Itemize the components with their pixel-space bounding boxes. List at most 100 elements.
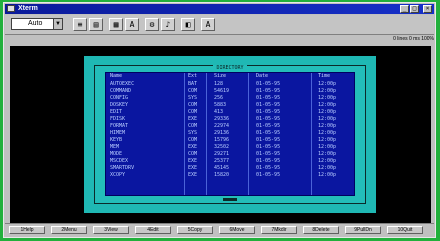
- file-time: 12:00p: [318, 102, 337, 108]
- font-size-icon[interactable]: A: [201, 18, 215, 31]
- menu-icon[interactable]: ≡: [73, 18, 87, 31]
- column-header[interactable]: Name: [110, 73, 122, 80]
- maximize-button[interactable]: □: [410, 5, 419, 13]
- file-name: AUTOEXEC: [110, 81, 135, 87]
- file-time: 12:00p: [318, 130, 337, 136]
- file-time: 12:00p: [318, 158, 337, 164]
- file-ext: EXE: [188, 172, 198, 178]
- file-time: 12:00p: [318, 151, 337, 157]
- file-name: DOSKEY: [110, 102, 129, 108]
- file-name: COMMAND: [110, 88, 132, 94]
- file-ext: COM: [188, 102, 198, 108]
- list-item[interactable]: EDIT COM 413 01-05-95 12:00p: [106, 109, 354, 116]
- function-key-button[interactable]: 9PullDn: [345, 226, 381, 234]
- file-date: 01-05-95: [256, 116, 281, 122]
- file-ext: EXE: [188, 165, 198, 171]
- file-size: 15796: [214, 137, 230, 143]
- font-icon[interactable]: A: [125, 18, 139, 31]
- list-item[interactable]: MEM EXE 32502 01-05-95 12:00p: [106, 144, 354, 151]
- file-date: 01-05-95: [256, 109, 281, 115]
- file-list[interactable]: Name Ext Size Date Time AUTOEXEC BAT 128 01-05-…: [105, 72, 355, 196]
- list-item[interactable]: CONFIG SYS 256 01-05-95 12:00p: [106, 95, 354, 102]
- list-item[interactable]: FORMAT COM 22974 01-05-95 12:00p: [106, 123, 354, 130]
- list-item[interactable]: DOSKEY COM 5883 01-05-95 12:00p: [106, 102, 354, 109]
- file-ext: COM: [188, 137, 198, 143]
- chevron-down-icon[interactable]: ▼: [53, 19, 62, 29]
- scroll-indicator[interactable]: [223, 198, 237, 201]
- column-header[interactable]: Ext: [188, 73, 197, 80]
- file-size: 29271: [214, 151, 230, 157]
- file-size: 29336: [214, 116, 230, 122]
- file-size: 15820: [214, 172, 230, 178]
- directory-dialog: DIRECTORY Name Ext Size Date Time AUTOEXEC BA…: [84, 56, 376, 213]
- column-header[interactable]: Time: [318, 73, 330, 80]
- function-key-bar: 1Help 2Menu 3View 4Edit 5Copy 6Move 7Mkdir 8Del…: [5, 223, 434, 236]
- file-size: 32502: [214, 144, 230, 150]
- list-item[interactable]: SMARTDRV EXE 45145 01-05-95 12:00p: [106, 165, 354, 172]
- file-ext: COM: [188, 88, 198, 94]
- list-item[interactable]: KEYB COM 15796 01-05-95 12:00p: [106, 137, 354, 144]
- function-key-button[interactable]: 2Menu: [51, 226, 87, 234]
- function-key-button[interactable]: 7Mkdir: [261, 226, 297, 234]
- file-ext: SYS: [188, 95, 198, 101]
- font-select[interactable]: Auto ▼: [11, 18, 63, 30]
- sound-icon[interactable]: ♪: [161, 18, 175, 31]
- file-name: CONFIG: [110, 95, 129, 101]
- file-size: 128: [214, 81, 224, 87]
- list-item[interactable]: XCOPY EXE 15820 01-05-95 12:00p: [106, 172, 354, 179]
- file-time: 12:00p: [318, 144, 337, 150]
- list-item[interactable]: HIMEM SYS 29136 01-05-95 12:00p: [106, 130, 354, 137]
- file-time: 12:00p: [318, 172, 337, 178]
- list-item[interactable]: MODE COM 29271 01-05-95 12:00p: [106, 151, 354, 158]
- file-ext: EXE: [188, 116, 198, 122]
- dialog-title-text: DIRECTORY: [213, 65, 247, 71]
- file-date: 01-05-95: [256, 151, 281, 157]
- dialog-frame: DIRECTORY Name Ext Size Date Time AUTOEXEC BA…: [94, 65, 366, 204]
- file-date: 01-05-95: [256, 123, 281, 129]
- list-item[interactable]: COMMAND COM 54619 01-05-95 12:00p: [106, 88, 354, 95]
- function-key-button[interactable]: 1Help: [9, 226, 45, 234]
- file-date: 01-05-95: [256, 172, 281, 178]
- list-item[interactable]: FDISK EXE 29336 01-05-95 12:00p: [106, 116, 354, 123]
- toolbar: Auto ▼ ≡ ▤ ▦ A ⚙ ♪ ◧ A: [5, 15, 434, 35]
- minimize-button[interactable]: _: [400, 5, 409, 13]
- app-icon[interactable]: [7, 5, 15, 12]
- file-name: MSCDEX: [110, 158, 129, 164]
- file-date: 01-05-95: [256, 144, 281, 150]
- list-item[interactable]: AUTOEXEC BAT 128 01-05-95 12:00p: [106, 81, 354, 88]
- file-time: 12:00p: [318, 116, 337, 122]
- settings-icon[interactable]: ⚙: [145, 18, 159, 31]
- file-size: 29136: [214, 130, 230, 136]
- column-header[interactable]: Size: [214, 73, 226, 80]
- function-key-button[interactable]: 8Delete: [303, 226, 339, 234]
- terminal-screen[interactable]: DIRECTORY Name Ext Size Date Time AUTOEXEC BA…: [10, 46, 431, 224]
- file-date: 01-05-95: [256, 81, 281, 87]
- background-icon[interactable]: ◧: [181, 18, 195, 31]
- title-bar[interactable]: Xterm _ □ ×: [5, 4, 434, 14]
- paste-icon[interactable]: ▦: [109, 18, 123, 31]
- file-ext: COM: [188, 109, 198, 115]
- file-size: 5883: [214, 102, 227, 108]
- file-size: 413: [214, 109, 224, 115]
- close-button[interactable]: ×: [423, 5, 432, 13]
- function-key-button[interactable]: 6Move: [219, 226, 255, 234]
- function-key-button[interactable]: 10Quit: [387, 226, 423, 234]
- file-time: 12:00p: [318, 165, 337, 171]
- function-key-button[interactable]: 5Copy: [177, 226, 213, 234]
- status-text: 0 lines 0 ms 100%: [393, 36, 434, 42]
- file-size: 25377: [214, 158, 230, 164]
- copy-icon[interactable]: ▤: [89, 18, 103, 31]
- file-date: 01-05-95: [256, 165, 281, 171]
- terminal-window: Xterm _ □ × Auto ▼ ≡ ▤ ▦ A ⚙ ♪ ◧ A 0 lines 0 ms…: [3, 2, 436, 238]
- file-time: 12:00p: [318, 81, 337, 87]
- function-key-button[interactable]: 3View: [93, 226, 129, 234]
- file-date: 01-05-95: [256, 158, 281, 164]
- list-item[interactable]: MSCDEX EXE 25377 01-05-95 12:00p: [106, 158, 354, 165]
- column-header[interactable]: Date: [256, 73, 268, 80]
- window-title: Xterm: [18, 5, 38, 12]
- function-key-button[interactable]: 4Edit: [135, 226, 171, 234]
- file-date: 01-05-95: [256, 88, 281, 94]
- file-name: FORMAT: [110, 123, 129, 129]
- file-name: HIMEM: [110, 130, 126, 136]
- list-header: Name Ext Size Date Time: [106, 73, 354, 80]
